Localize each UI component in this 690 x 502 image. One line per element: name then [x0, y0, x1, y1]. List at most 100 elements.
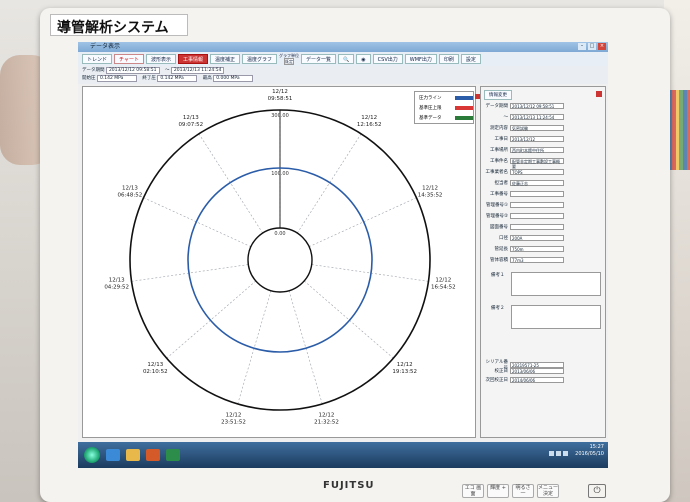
detail-value[interactable]: 750m — [510, 246, 564, 252]
time-label-time: 16:54:52 — [431, 284, 456, 290]
detail-row: 工事番号 — [483, 191, 564, 197]
tray-network-icon[interactable] — [556, 451, 561, 456]
disc-icon[interactable]: ◉ — [356, 54, 371, 64]
time-label-date: 12/12 — [319, 412, 335, 418]
maximize-button[interactable]: □ — [588, 43, 596, 50]
start-button[interactable] — [84, 447, 100, 463]
detail-value[interactable]: 気密試験 — [510, 125, 564, 131]
tray-volume-icon[interactable] — [563, 451, 568, 456]
zoom-icon[interactable]: 🔍 — [338, 54, 355, 64]
max-pressure-value: 0.000 MPa — [213, 75, 254, 82]
data-list-button[interactable]: データ一覧 — [301, 54, 337, 64]
detail-row: 測定内容 気密試験 — [483, 125, 564, 131]
detail-label: 担当者 — [494, 181, 509, 186]
monitor-eco-button[interactable]: エコ 画面 — [462, 484, 484, 498]
period-end: 2013/12/13 11:24:54 — [170, 67, 225, 74]
media-icon[interactable] — [146, 449, 160, 461]
circular-chart-panel: 12/12 09:58:51 12/12 12:16:52 12/12 14:35:52 1… — [82, 86, 480, 438]
detail-value[interactable] — [510, 202, 564, 208]
taskbar-clock[interactable]: 15:27 2016/05/10 — [575, 444, 604, 458]
close-pressure-label: 終了圧 — [142, 76, 156, 81]
settings-button[interactable]: 設定 — [460, 54, 481, 64]
detail-value[interactable]: 2013/12/12 09:58:51 — [510, 103, 564, 109]
detail-value[interactable]: 西内町本館中住所 — [510, 147, 564, 153]
data-info-row: データ期間 2013/12/12 09:58:51 〜 2013/12/13 1… — [78, 66, 608, 84]
time-label-time: 19:13:52 — [392, 369, 417, 375]
note2-textarea[interactable] — [511, 305, 601, 329]
ie-icon[interactable] — [106, 449, 120, 461]
detail-label: 管理番号② — [485, 214, 508, 219]
legend-swatch-reference — [455, 116, 473, 120]
period-separator: 〜 — [164, 68, 170, 73]
explorer-icon[interactable] — [126, 449, 140, 461]
time-label-time: 21:32:52 — [314, 419, 339, 425]
minimize-button[interactable]: – — [578, 43, 586, 50]
app-icon[interactable] — [166, 449, 180, 461]
temp-correction-button[interactable]: 温度補正 — [210, 54, 241, 64]
detail-value[interactable]: TOPS — [510, 169, 564, 175]
detail-value[interactable]: 200A — [510, 235, 564, 241]
detail-row: 〜 2013/12/13 11:24:54 — [483, 114, 564, 120]
info-close-icon[interactable] — [596, 91, 602, 97]
detail-value[interactable] — [510, 224, 564, 230]
note2-label: 備考２ — [491, 306, 505, 311]
ring-value-label: 300.00 — [271, 113, 289, 119]
detail-label: 口径 — [499, 236, 508, 241]
detail-label: 管体容積 — [490, 258, 508, 263]
info-panel: 情報変更 データ期間 2013/12/12 09:58:51 〜 2013/12/13… — [480, 86, 606, 438]
detail-label: 図面番号 — [490, 225, 508, 230]
radial-gridline — [237, 290, 272, 405]
wmf-export-button[interactable]: WMF出力 — [404, 54, 437, 64]
monitor-brightness-up-button[interactable]: 輝度 + — [487, 484, 509, 498]
power-button[interactable]: ⏻ — [588, 484, 606, 498]
close-button[interactable]: × — [598, 43, 606, 50]
graph-unit-group: グラフ単位 既定 — [279, 53, 299, 65]
detail-value[interactable]: 77m3 — [510, 257, 564, 263]
chart-button[interactable]: チャート — [114, 54, 144, 64]
time-label-date: 12/13 — [183, 115, 199, 121]
detail-value[interactable] — [510, 213, 564, 219]
time-label-date: 12/12 — [435, 277, 451, 283]
time-label-time: 09:58:51 — [268, 96, 293, 102]
detail-value[interactable]: 佐藤正志 — [510, 180, 564, 186]
graph-unit-select[interactable]: 既定 — [284, 58, 295, 65]
detail-value[interactable]: 2013/12/13 11:24:54 — [510, 114, 564, 120]
detail-label: 工事業者名 — [485, 170, 509, 175]
time-label-date: 12/13 — [122, 185, 138, 191]
time-label-date: 12/12 — [226, 412, 242, 418]
monitor-brightness-down-button[interactable]: 明るさ 一 — [512, 484, 534, 498]
clock-time: 15:27 — [589, 444, 604, 450]
monitor-menu-button[interactable]: メニュー 決定 — [537, 484, 559, 498]
ring-value-label: 100.00 — [271, 171, 289, 177]
radial-gridline — [303, 280, 394, 359]
csv-export-button[interactable]: CSV出力 — [372, 54, 403, 64]
detail-value[interactable]: 配管非定期工事敷設工事概要 — [510, 158, 564, 169]
tray-flag-icon[interactable] — [549, 451, 554, 456]
trend-button[interactable]: トレンド — [82, 54, 113, 64]
inner-ring — [247, 227, 313, 293]
detail-row: 口径 200A — [483, 235, 564, 241]
detail-row: 担当者 佐藤正志 — [483, 180, 564, 186]
detail-value[interactable] — [510, 191, 564, 197]
detail-label: データ期間 — [485, 104, 509, 109]
time-label-date: 12/12 — [397, 362, 413, 368]
edit-info-button[interactable]: 情報変更 — [484, 90, 512, 100]
note1-textarea[interactable] — [511, 272, 601, 296]
time-label-time: 14:35:52 — [418, 192, 443, 198]
time-label-time: 06:48:52 — [118, 192, 143, 198]
construction-info-button[interactable]: 工事情報 — [177, 54, 208, 64]
system-tray — [549, 451, 568, 456]
waveform-button[interactable]: 波形表示 — [145, 54, 176, 64]
system-title-sticker: 導管解析システム — [50, 14, 188, 36]
detail-label: 管延長 — [494, 247, 509, 252]
open-pressure-value: 0.142 MPa — [96, 75, 137, 82]
radial-gridline — [288, 290, 323, 405]
legend-swatch-pressure — [455, 96, 473, 100]
taskbar: 15:27 2016/05/10 — [78, 442, 608, 468]
footer-value: 2014/06/06 — [510, 377, 564, 383]
print-button[interactable]: 印刷 — [438, 54, 459, 64]
window-titlebar: データ表示 – □ × — [78, 42, 608, 52]
detail-value[interactable]: 2013/12/12 — [510, 136, 564, 142]
open-pressure-label: 開始圧 — [82, 76, 96, 81]
temp-graph-button[interactable]: 温度グラフ — [242, 54, 278, 64]
